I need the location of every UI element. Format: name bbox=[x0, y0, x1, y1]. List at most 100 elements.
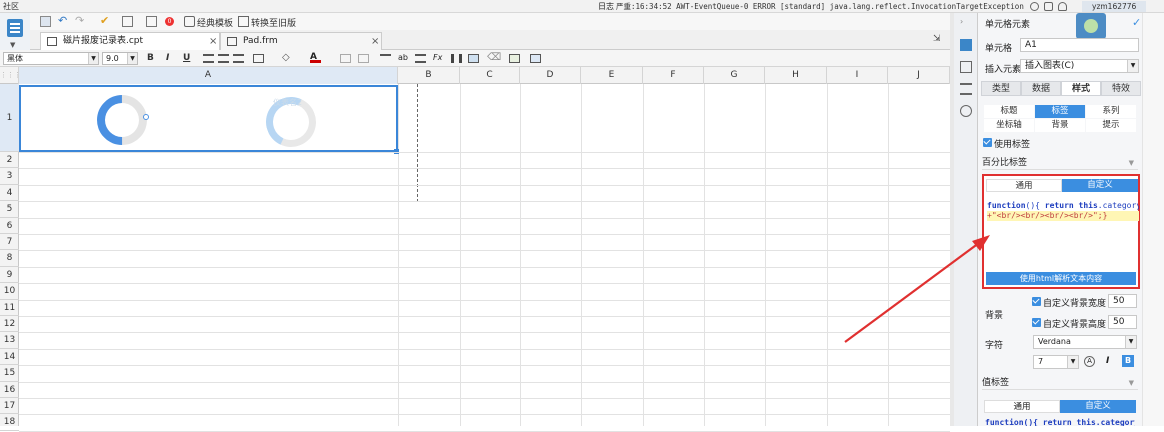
value-label-section[interactable]: 值标签 ▼ bbox=[982, 376, 1138, 390]
row-header-3[interactable]: 3 bbox=[0, 168, 19, 185]
italic-icon[interactable]: I bbox=[1106, 356, 1109, 366]
underline-button[interactable]: U bbox=[183, 53, 190, 63]
row-header-18[interactable]: 18 bbox=[0, 414, 19, 431]
value-mode-general[interactable]: 通用 bbox=[984, 400, 1060, 413]
custom-width-checkbox[interactable] bbox=[1032, 297, 1041, 306]
formula-icon[interactable]: Fx bbox=[433, 54, 444, 63]
row-header-10[interactable]: 10 bbox=[0, 283, 19, 300]
tab-type[interactable]: 类型 bbox=[981, 81, 1021, 96]
bell-icon[interactable] bbox=[1058, 2, 1067, 11]
redo-icon[interactable]: ↷ bbox=[75, 15, 86, 27]
document-icon[interactable] bbox=[1044, 2, 1053, 11]
custom-height-input[interactable]: 50 bbox=[1108, 315, 1137, 329]
row-header-9[interactable]: 9 bbox=[0, 267, 19, 284]
custom-height-checkbox[interactable] bbox=[1032, 318, 1041, 327]
row-header-14[interactable]: 14 bbox=[0, 349, 19, 366]
template-menu[interactable]: ▼ bbox=[0, 13, 30, 50]
row-header-12[interactable]: 12 bbox=[0, 316, 19, 333]
subtab-series[interactable]: 系列 bbox=[1086, 105, 1136, 118]
tab-data[interactable]: 数据 bbox=[1021, 81, 1061, 96]
close-icon[interactable]: × bbox=[209, 33, 217, 50]
label-font-select[interactable]: Verdana ▼ bbox=[1033, 335, 1137, 349]
tab-report[interactable]: 磁片报废记录表.cpt × bbox=[40, 32, 220, 50]
column-i[interactable]: I bbox=[827, 67, 888, 84]
paragraph-icon[interactable] bbox=[415, 54, 426, 63]
cell-a1-selected[interactable]: 仪表名2 bbox=[19, 84, 398, 156]
template-icon[interactable] bbox=[7, 19, 23, 37]
row-header-13[interactable]: 13 bbox=[0, 332, 19, 349]
community-label[interactable]: 社区 bbox=[3, 0, 19, 13]
row-header-6[interactable]: 6 bbox=[0, 218, 19, 234]
check-icon[interactable]: ✓ bbox=[1132, 16, 1141, 29]
align-left-icon[interactable] bbox=[203, 54, 214, 63]
classic-template-button[interactable]: 经典模板 bbox=[197, 16, 233, 29]
gauge-chart-1[interactable] bbox=[86, 84, 158, 156]
chevron-down-icon[interactable]: ▼ bbox=[10, 41, 15, 49]
close-icon[interactable]: × bbox=[371, 33, 379, 50]
use-label-checkbox[interactable] bbox=[983, 138, 992, 147]
row-header-5[interactable]: 5 bbox=[0, 201, 19, 218]
subtab-title[interactable]: 标题 bbox=[984, 105, 1034, 118]
row-header-8[interactable]: 8 bbox=[0, 250, 19, 267]
percent-label-section[interactable]: 百分比标签 ▼ bbox=[982, 156, 1138, 170]
tab-pad[interactable]: Pad.frm × bbox=[220, 32, 382, 50]
cell-field[interactable]: A1 bbox=[1020, 38, 1139, 52]
value-code-preview[interactable]: function(){ return this.category bbox=[985, 418, 1135, 426]
image-icon[interactable] bbox=[468, 54, 479, 63]
cell-element-tab-icon[interactable] bbox=[960, 39, 972, 51]
format-icon[interactable] bbox=[146, 16, 157, 27]
row-header-17[interactable]: 17 bbox=[0, 398, 19, 415]
row-header-16[interactable]: 16 bbox=[0, 382, 19, 398]
user-name[interactable]: yzm162776 bbox=[1082, 1, 1147, 12]
collapse-icon[interactable]: › bbox=[960, 17, 972, 29]
switch-old-version-button[interactable]: 转换至旧版 bbox=[251, 16, 296, 29]
column-h[interactable]: H bbox=[765, 67, 827, 84]
widget-icon[interactable] bbox=[530, 54, 541, 63]
subtab-axis[interactable]: 坐标轴 bbox=[984, 119, 1034, 132]
undo-icon[interactable]: ↶ bbox=[58, 15, 69, 27]
merge-icon[interactable] bbox=[340, 54, 351, 63]
spreadsheet[interactable]: ⋮⋮⋮ A B C D E F G H I J 1 2 3 4 5 6 7 8 9 10 11 12 1… bbox=[0, 67, 950, 432]
row-header-15[interactable]: 15 bbox=[0, 365, 19, 382]
subtab-tooltip[interactable]: 提示 bbox=[1086, 119, 1136, 132]
search-icon[interactable] bbox=[1030, 2, 1039, 11]
value-mode-custom[interactable]: 自定义 bbox=[1060, 400, 1136, 413]
parse-html-button[interactable]: 使用html解析文本内容 bbox=[986, 272, 1136, 285]
insert-element-select[interactable]: 插入图表(C) ▼ bbox=[1020, 59, 1139, 73]
bold-button[interactable]: B bbox=[147, 53, 154, 63]
link-icon[interactable] bbox=[960, 105, 972, 117]
italic-button[interactable]: I bbox=[166, 53, 169, 63]
clear-icon[interactable]: ⌫ bbox=[487, 53, 501, 63]
row-header-4[interactable]: 4 bbox=[0, 185, 19, 202]
brush-icon[interactable]: ✔ bbox=[100, 15, 111, 27]
log-label[interactable]: 日志 bbox=[598, 0, 614, 13]
subtab-background[interactable]: 背景 bbox=[1035, 119, 1085, 132]
chart-icon[interactable] bbox=[451, 54, 462, 63]
column-e[interactable]: E bbox=[581, 67, 643, 84]
font-size-select[interactable]: 9.0 ▼ bbox=[102, 52, 138, 65]
percent-mode-custom[interactable]: 自定义 bbox=[1062, 179, 1138, 192]
align-center-icon[interactable] bbox=[218, 54, 229, 63]
subtab-label[interactable]: 标签 bbox=[1035, 105, 1085, 118]
tab-effects[interactable]: 特效 bbox=[1101, 81, 1141, 96]
tab-style[interactable]: 样式 bbox=[1061, 81, 1101, 96]
fill-color-icon[interactable]: ◇ bbox=[282, 53, 293, 63]
font-color-icon[interactable]: A bbox=[310, 53, 321, 63]
font-color-icon[interactable]: A bbox=[1084, 356, 1095, 367]
border-icon[interactable] bbox=[253, 54, 264, 63]
column-j[interactable]: J bbox=[888, 67, 950, 84]
tab-menu-icon[interactable]: ⇲ bbox=[933, 34, 941, 44]
column-a[interactable]: A bbox=[19, 67, 398, 84]
subreport-icon[interactable] bbox=[509, 54, 520, 63]
label-size-select[interactable]: 7 ▼ bbox=[1033, 355, 1079, 369]
split-icon[interactable] bbox=[358, 54, 369, 63]
save-icon[interactable] bbox=[40, 16, 51, 27]
select-all-corner[interactable]: ⋮⋮⋮ bbox=[0, 67, 21, 84]
align-right-icon[interactable] bbox=[233, 54, 244, 63]
font-family-select[interactable]: 黑体 ▼ bbox=[3, 52, 99, 65]
insert-row-icon[interactable] bbox=[380, 54, 391, 63]
row-header-11[interactable]: 11 bbox=[0, 300, 19, 316]
text-icon[interactable]: ab bbox=[398, 54, 409, 63]
column-c[interactable]: C bbox=[460, 67, 520, 84]
percent-mode-general[interactable]: 通用 bbox=[986, 179, 1062, 192]
